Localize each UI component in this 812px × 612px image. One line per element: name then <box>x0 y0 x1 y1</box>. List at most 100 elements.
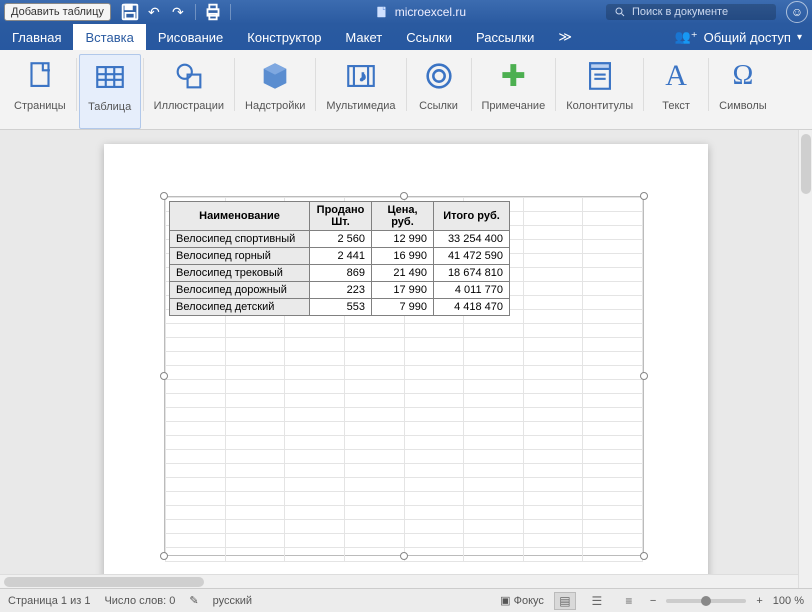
table-icon <box>88 55 132 99</box>
zoom-out[interactable]: − <box>650 595 656 607</box>
cell-qty[interactable]: 2 560 <box>310 231 372 248</box>
cell-price[interactable]: 7 990 <box>372 299 434 316</box>
scrollbar-vertical[interactable] <box>798 130 812 588</box>
ribbon-symbols[interactable]: Ω Символы <box>711 54 775 129</box>
search-icon <box>614 6 626 18</box>
zoom-level[interactable]: 100 % <box>773 595 804 607</box>
share-button[interactable]: Общий доступ <box>704 30 791 45</box>
view-print-layout[interactable]: ▤ <box>554 592 576 610</box>
resize-handle[interactable] <box>640 552 648 560</box>
zoom-in[interactable]: + <box>756 595 762 607</box>
cell-qty[interactable]: 223 <box>310 282 372 299</box>
text-icon: A <box>654 54 698 98</box>
tab-insert[interactable]: Вставка <box>73 24 145 50</box>
media-icon: ♪ <box>339 54 383 98</box>
view-outline[interactable]: ≡ <box>618 592 640 610</box>
data-table[interactable]: Наименование Продано Шт. Цена, руб. Итог… <box>169 201 510 316</box>
cell-total[interactable]: 4 418 470 <box>434 299 510 316</box>
document-title: microexcel.ru <box>375 5 466 19</box>
resize-handle[interactable] <box>640 192 648 200</box>
status-page[interactable]: Страница 1 из 1 <box>8 595 90 607</box>
cell-total[interactable]: 4 011 770 <box>434 282 510 299</box>
table-row[interactable]: Велосипед дорожный22317 9904 011 770 <box>170 282 510 299</box>
cell-price[interactable]: 21 490 <box>372 265 434 282</box>
document-workspace[interactable]: document.write(Array.from({length:26},()… <box>0 130 812 588</box>
cell-price[interactable]: 17 990 <box>372 282 434 299</box>
ribbon-table[interactable]: Таблица <box>79 54 141 129</box>
scrollbar-horizontal[interactable] <box>0 574 798 588</box>
add-table-tooltip: Добавить таблицу <box>4 3 111 21</box>
ribbon-headerfooter[interactable]: Колонтитулы <box>558 54 641 129</box>
status-word-count[interactable]: Число слов: 0 <box>104 595 175 607</box>
ribbon-addins[interactable]: Надстройки <box>237 54 313 129</box>
resize-handle[interactable] <box>160 372 168 380</box>
col-header-total: Итого руб. <box>434 202 510 231</box>
shapes-icon <box>167 54 211 98</box>
link-icon <box>417 54 461 98</box>
col-header-qty: Продано Шт. <box>310 202 372 231</box>
focus-mode[interactable]: ▣ Фокус <box>500 594 544 607</box>
embedded-object-frame[interactable]: document.write(Array.from({length:26},()… <box>164 196 644 556</box>
cell-qty[interactable]: 553 <box>310 299 372 316</box>
tab-design[interactable]: Конструктор <box>235 24 333 50</box>
cell-qty[interactable]: 2 441 <box>310 248 372 265</box>
addin-icon <box>253 54 297 98</box>
col-header-name: Наименование <box>170 202 310 231</box>
tab-home[interactable]: Главная <box>0 24 73 50</box>
tab-layout[interactable]: Макет <box>333 24 394 50</box>
status-language[interactable]: русский <box>213 595 252 607</box>
tabs-overflow[interactable]: ≫ <box>546 24 584 50</box>
ribbon-pages[interactable]: Страницы <box>6 54 74 129</box>
ribbon-text[interactable]: A Текст <box>646 54 706 129</box>
save-icon[interactable] <box>119 1 141 23</box>
ribbon-media[interactable]: ♪ Мультимедиа <box>318 54 403 129</box>
cell-price[interactable]: 12 990 <box>372 231 434 248</box>
resize-handle[interactable] <box>400 552 408 560</box>
table-row[interactable]: Велосипед спортивный2 56012 99033 254 40… <box>170 231 510 248</box>
cell-name[interactable]: Велосипед дорожный <box>170 282 310 299</box>
comment-icon: ✚ <box>491 54 535 98</box>
print-icon[interactable] <box>202 1 224 23</box>
view-web-layout[interactable]: ☰ <box>586 592 608 610</box>
ribbon-comment[interactable]: ✚ Примечание <box>474 54 554 129</box>
cell-total[interactable]: 18 674 810 <box>434 265 510 282</box>
symbol-icon: Ω <box>721 54 765 98</box>
cell-total[interactable]: 41 472 590 <box>434 248 510 265</box>
share-icon: 👥⁺ <box>675 29 698 45</box>
resize-handle[interactable] <box>640 372 648 380</box>
ribbon-tabs: Главная Вставка Рисование Конструктор Ма… <box>0 24 812 50</box>
cell-price[interactable]: 16 990 <box>372 248 434 265</box>
cell-qty[interactable]: 869 <box>310 265 372 282</box>
feedback-icon[interactable]: ☺ <box>786 1 808 23</box>
svg-text:♪: ♪ <box>360 68 366 83</box>
resize-handle[interactable] <box>400 192 408 200</box>
chevron-down-icon[interactable]: ▾ <box>797 32 802 43</box>
cell-name[interactable]: Велосипед горный <box>170 248 310 265</box>
status-bar: Страница 1 из 1 Число слов: 0 ✎ русский … <box>0 588 812 612</box>
cell-name[interactable]: Велосипед трековый <box>170 265 310 282</box>
tab-references[interactable]: Ссылки <box>394 24 464 50</box>
word-doc-icon <box>375 5 389 19</box>
resize-handle[interactable] <box>160 192 168 200</box>
title-bar: Добавить таблицу ↶ ↷ microexcel.ru Поиск… <box>0 0 812 24</box>
cell-total[interactable]: 33 254 400 <box>434 231 510 248</box>
tab-draw[interactable]: Рисование <box>146 24 235 50</box>
cell-name[interactable]: Велосипед спортивный <box>170 231 310 248</box>
redo-icon[interactable]: ↷ <box>167 1 189 23</box>
table-row[interactable]: Велосипед детский5537 9904 418 470 <box>170 299 510 316</box>
cell-name[interactable]: Велосипед детский <box>170 299 310 316</box>
tab-mailings[interactable]: Рассылки <box>464 24 546 50</box>
ribbon-illustrations[interactable]: Иллюстрации <box>146 54 232 129</box>
search-input[interactable]: Поиск в документе <box>606 4 776 20</box>
table-row[interactable]: Велосипед трековый86921 49018 674 810 <box>170 265 510 282</box>
table-row[interactable]: Велосипед горный2 44116 99041 472 590 <box>170 248 510 265</box>
spellcheck-icon[interactable]: ✎ <box>189 594 198 607</box>
ribbon-links[interactable]: Ссылки <box>409 54 469 129</box>
col-header-price: Цена, руб. <box>372 202 434 231</box>
document-page: document.write(Array.from({length:26},()… <box>104 144 708 588</box>
ribbon: Страницы Таблица Иллюстрации Надстройки … <box>0 50 812 130</box>
undo-icon[interactable]: ↶ <box>143 1 165 23</box>
headerfooter-icon <box>578 54 622 98</box>
resize-handle[interactable] <box>160 552 168 560</box>
zoom-slider[interactable] <box>666 599 746 603</box>
